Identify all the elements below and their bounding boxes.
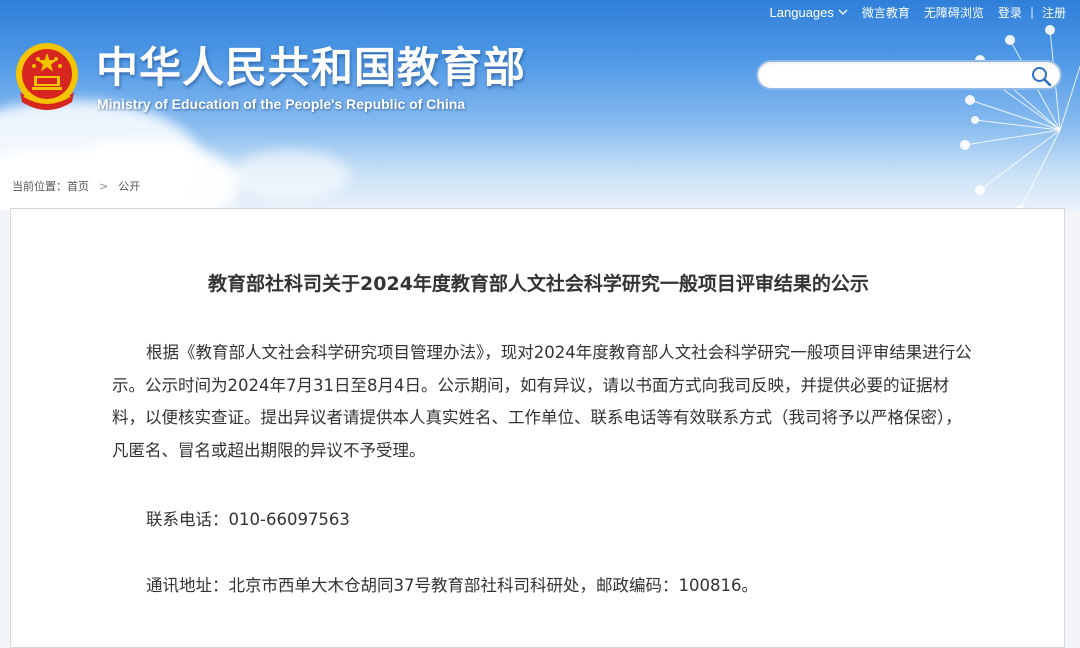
search-icon[interactable] — [1030, 65, 1052, 87]
breadcrumb-separator: > — [99, 179, 109, 193]
site-title-en: Ministry of Education of the People's Re… — [97, 96, 466, 112]
login-link[interactable]: 登录 — [998, 4, 1022, 21]
article-container: 教育部社科司关于2024年度教育部人文社会科学研究一般项目评审结果的公示 根据《… — [10, 208, 1065, 648]
top-links: Languages 微言教育 无障碍浏览 登录 | 注册 — [770, 2, 1066, 22]
breadcrumb: 当前位置： 首页 > 公开 — [12, 178, 140, 194]
register-link[interactable]: 注册 — [1042, 4, 1066, 21]
emblem-icon — [16, 43, 78, 110]
accessible-link[interactable]: 无障碍浏览 — [924, 4, 984, 21]
cloud — [230, 150, 350, 200]
search-box — [756, 60, 1062, 90]
contact-address: 通讯地址：北京市西单大木仓胡同37号教育部社科司科研处，邮政编码：100816。 — [146, 576, 758, 595]
article-paragraph: 根据《教育部人文社会科学研究项目管理办法》，现对2024年度教育部人文社会科学研… — [112, 343, 972, 460]
contact-phone: 联系电话：010-66097563 — [146, 510, 350, 529]
breadcrumb-current[interactable]: 公开 — [118, 178, 140, 194]
chevron-down-icon — [838, 9, 848, 15]
dandelion-decoration — [960, 25, 1080, 210]
languages-label: Languages — [769, 4, 834, 20]
weiyan-link[interactable]: 微言教育 — [862, 4, 910, 21]
search-input[interactable] — [770, 65, 1024, 87]
breadcrumb-home[interactable]: 首页 — [67, 178, 89, 194]
breadcrumb-label: 当前位置： — [12, 180, 67, 193]
link-divider: | — [1029, 5, 1034, 19]
article-title: 教育部社科司关于2024年度教育部人文社会科学研究一般项目评审结果的公示 — [208, 273, 869, 295]
languages-dropdown[interactable]: Languages — [770, 5, 848, 20]
site-title-cn: 中华人民共和国教育部 — [96, 43, 527, 92]
